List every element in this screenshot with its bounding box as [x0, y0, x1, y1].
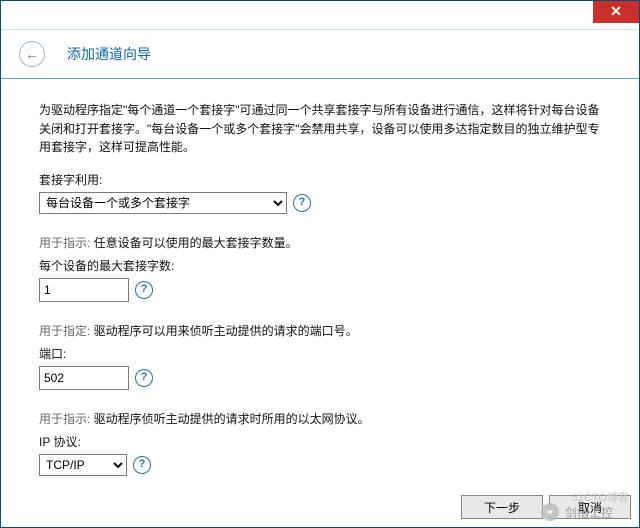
close-icon: ✕	[610, 3, 622, 19]
port-hint: 用于指定: 驱动程序可以用来侦听主动提供的请求的端口号。	[39, 322, 609, 339]
next-button[interactable]: 下一步	[461, 495, 543, 519]
help-icon[interactable]: ?	[133, 456, 151, 474]
socket-usage-select[interactable]: 每台设备一个或多个套接字	[39, 192, 287, 214]
port-label: 端口:	[39, 345, 609, 362]
help-icon[interactable]: ?	[135, 369, 153, 387]
titlebar: ✕	[1, 1, 639, 30]
back-arrow-icon: ←	[25, 46, 39, 62]
socket-usage-label: 套接字利用:	[39, 171, 609, 188]
wizard-window: ✕ ← 添加通道向导 为驱动程序指定"每个通道一个套接字"可通过同一个共享套接字…	[0, 0, 640, 528]
intro-text: 为驱动程序指定"每个通道一个套接字"可通过同一个共享套接字与所有设备进行通信，这…	[39, 101, 609, 157]
help-icon[interactable]: ?	[293, 194, 311, 212]
header: ← 添加通道向导	[1, 30, 639, 79]
max-sockets-input[interactable]	[39, 278, 129, 302]
cancel-button[interactable]: 取消	[549, 495, 631, 519]
content-area: 为驱动程序指定"每个通道一个套接字"可通过同一个共享套接字与所有设备进行通信，这…	[1, 79, 639, 476]
ip-protocol-label: IP 协议:	[39, 433, 609, 450]
ip-protocol-select[interactable]: TCP/IP	[39, 454, 127, 476]
page-title: 添加通道向导	[67, 44, 151, 64]
help-icon[interactable]: ?	[135, 281, 153, 299]
max-sockets-hint: 用于指示: 任意设备可以使用的最大套接字数量。	[39, 234, 609, 251]
back-button[interactable]: ←	[19, 41, 45, 67]
close-button[interactable]: ✕	[593, 1, 639, 23]
port-input[interactable]	[39, 366, 129, 390]
max-sockets-label: 每个设备的最大套接字数:	[39, 257, 609, 274]
ip-protocol-hint: 用于指示: 驱动程序侦听主动提供的请求时所用的以太网协议。	[39, 410, 609, 427]
footer-buttons: 下一步 取消	[461, 495, 631, 519]
